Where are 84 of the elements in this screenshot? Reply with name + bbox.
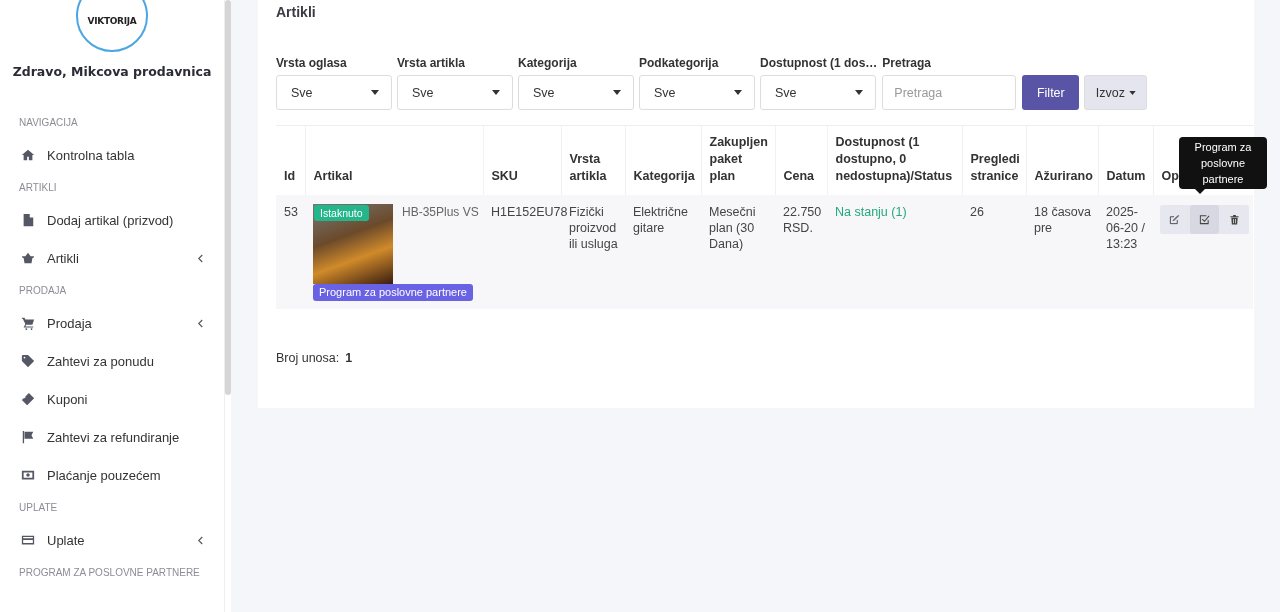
caret-icon <box>371 90 379 95</box>
ticket-icon <box>21 392 35 406</box>
export-button[interactable]: Izvoz <box>1084 75 1148 110</box>
status-text: Na stanju (1) <box>835 205 907 219</box>
caret-icon <box>855 90 863 95</box>
count-value: 1 <box>345 351 353 365</box>
column-header: Dostupnost (1 dostupno, 0 nedostupna)/Status <box>835 135 953 183</box>
trash-icon <box>1228 214 1240 225</box>
scrollbar-thumb[interactable] <box>225 0 231 395</box>
table-cell: Mesečni plan (30 Dana) <box>709 205 756 251</box>
table-cell: Fizički proizvod ili usluga <box>569 205 618 251</box>
caret-icon <box>613 90 621 95</box>
filter-dropdown[interactable]: Sve <box>276 75 392 110</box>
logo: VIKTORIJA <box>76 0 148 52</box>
table-cell: 2025-06-20 / 13:23 <box>1106 205 1145 251</box>
money-icon <box>21 468 35 482</box>
card-icon <box>21 533 35 547</box>
filter-button[interactable]: Filter <box>1022 75 1080 110</box>
column-header: Kategorija <box>633 169 695 183</box>
sidebar-item[interactable]: Kuponi <box>0 380 224 418</box>
column-header: Cena <box>783 169 815 183</box>
column-header: Vrsta artikla <box>569 152 607 183</box>
column-header: Pregledi stranice <box>970 152 1020 183</box>
column-header: Id <box>284 169 296 183</box>
filter-dropdown[interactable]: Sve <box>397 75 513 110</box>
sidebar-item[interactable]: Kontrolna tabla <box>0 136 224 174</box>
sidebar-item[interactable]: Prodaja <box>0 304 224 342</box>
table-cell: H1E152EU78 <box>491 205 568 219</box>
sidebar-item[interactable]: Plaćanje pouzećem <box>0 456 224 494</box>
chevron-icon <box>197 535 204 545</box>
cart-icon <box>21 316 35 330</box>
filter-label: Vrsta artikla <box>397 56 466 70</box>
sidebar-item[interactable]: Artikli <box>0 239 224 277</box>
home-icon <box>21 148 35 162</box>
chevron-icon <box>197 318 204 328</box>
featured-badge: Istaknuto <box>314 205 369 221</box>
filter-label: Pretraga <box>882 56 932 70</box>
caret-icon <box>492 90 500 95</box>
chevron-icon <box>197 253 204 263</box>
card-title: Artikli <box>276 3 317 20</box>
filter-label: Dostupnost (1 dos… <box>760 56 878 70</box>
edit-icon <box>1169 214 1181 225</box>
section-heading: PROGRAM ZA POSLOVNE PARTNERE <box>18 567 201 578</box>
basket-icon <box>21 251 35 265</box>
filter-label: Kategorija <box>518 56 577 70</box>
caret-icon <box>1128 90 1136 95</box>
column-header: SKU <box>491 169 518 183</box>
search-field[interactable]: Pretraga <box>882 75 1017 110</box>
column-header: Zakupljen paket plan <box>709 135 768 183</box>
table-cell: 53 <box>284 205 298 219</box>
tooltip-arrow <box>1195 189 1205 194</box>
column-header: Op <box>1161 169 1179 183</box>
checkbox-icon <box>1199 214 1210 225</box>
column-header: Ažurirano <box>1034 169 1093 183</box>
sidebar-item[interactable]: Zahtevi za refundiranje <box>0 418 224 456</box>
section-heading: UPLATE <box>18 502 59 513</box>
table-cell: 22.750 RSD. <box>783 205 822 235</box>
caret-icon <box>734 90 742 95</box>
table-cell: 18 časova pre <box>1034 205 1091 235</box>
file-icon <box>21 213 35 227</box>
greeting-text: Zdravo, Mikcova prodavnica <box>11 64 213 79</box>
sidebar-item[interactable]: Zahtevi za ponudu <box>0 342 224 380</box>
section-heading: NAVIGACIJA <box>18 117 79 128</box>
filter-label: Podkategorija <box>639 56 719 70</box>
filter-label: Vrsta oglasa <box>276 56 347 70</box>
product-name[interactable]: HB-35Plus VS <box>402 204 479 284</box>
table-cell: Električne gitare <box>633 205 688 235</box>
filter-dropdown[interactable]: Sve <box>639 75 755 110</box>
sidebar-item[interactable]: Dodaj artikal (prizvod) <box>0 201 224 239</box>
column-header: Artikal <box>313 169 353 183</box>
count-label: Broj unosa: <box>276 351 340 365</box>
flag-icon <box>21 430 35 444</box>
table-cell: 26 <box>970 205 984 219</box>
column-header: Datum <box>1106 169 1146 183</box>
section-heading: PRODAJA <box>18 285 68 296</box>
tag-icon <box>21 354 35 368</box>
section-heading: ARTIKLI <box>18 182 58 193</box>
partner-badge: Program za poslovne partnere <box>313 284 473 301</box>
scrollbar[interactable] <box>224 0 231 612</box>
tooltip: Program za poslovne partnere <box>1179 137 1267 189</box>
filter-dropdown[interactable]: Sve <box>518 75 634 110</box>
sidebar-item[interactable]: Uplate <box>0 521 224 559</box>
filter-dropdown[interactable]: Sve <box>760 75 876 110</box>
check-button[interactable] <box>1189 205 1220 234</box>
